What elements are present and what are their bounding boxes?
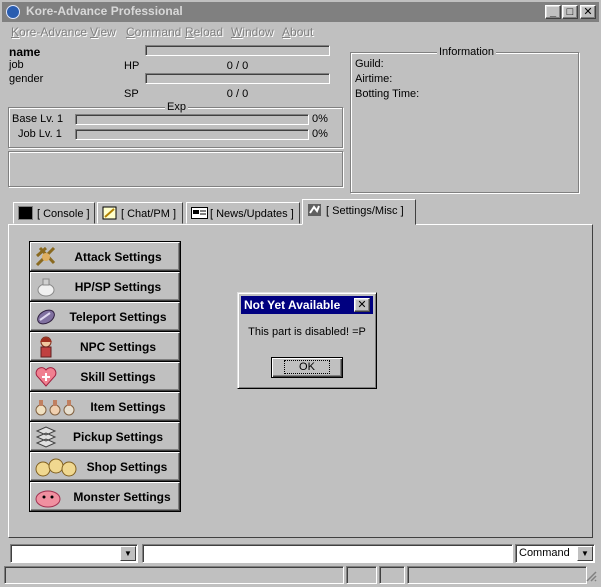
chat-icon <box>102 206 117 220</box>
window-title: Kore-Advance Professional <box>26 4 183 18</box>
title-bar[interactable]: Kore-Advance Professional _ □ ✕ <box>2 2 599 22</box>
hpsp-settings-label: HP/SP Settings <box>74 280 162 294</box>
botting-time-label: Botting Time: <box>355 88 420 100</box>
not-available-dialog: Not Yet Available ✕ This part is disable… <box>237 292 377 389</box>
potion-icon <box>34 275 58 298</box>
job-level-label: Job Lv. 1 <box>18 128 62 140</box>
shop-settings-button[interactable]: Shop Settings <box>29 451 181 482</box>
exp-title: Exp <box>165 101 188 113</box>
skill-settings-label: Skill Settings <box>80 370 156 384</box>
status-cell-main <box>4 566 344 584</box>
pickup-settings-button[interactable]: Pickup Settings <box>29 421 181 452</box>
news-icon <box>191 206 208 220</box>
guild-label: Guild: <box>355 58 384 70</box>
char-gender: gender <box>9 73 44 85</box>
attack-settings-label: Attack Settings <box>74 250 162 264</box>
item-settings-label: Item Settings <box>90 400 166 414</box>
tab-chat[interactable]: [ Chat/PM ] <box>97 202 183 224</box>
skill-icon <box>34 365 58 388</box>
job-exp-pct: 0% <box>312 128 328 140</box>
monster-icon <box>34 485 61 508</box>
settings-icon <box>307 203 322 217</box>
sp-label: SP <box>124 88 139 100</box>
base-level-label: Base Lv. 1 <box>12 113 64 125</box>
hpsp-settings-button[interactable]: HP/SP Settings <box>29 271 181 302</box>
chevron-down-icon[interactable]: ▼ <box>120 546 136 561</box>
console-icon <box>18 206 33 220</box>
resize-grip-icon[interactable] <box>585 570 597 582</box>
tab-settings-label: [ Settings/Misc ] <box>326 205 404 217</box>
dialog-ok-button[interactable]: OK <box>271 357 343 378</box>
airtime-label: Airtime: <box>355 73 393 85</box>
char-job: job <box>9 59 24 71</box>
status-panel <box>8 151 343 187</box>
menu-kore-advance[interactable]: Kore-Advance <box>11 25 87 39</box>
menu-bar: Kore-Advance View Command Reload Window … <box>2 22 599 42</box>
mode-select-value: Command <box>519 547 570 559</box>
skill-settings-button[interactable]: Skill Settings <box>29 361 181 392</box>
dialog-title: Not Yet Available <box>244 298 341 312</box>
tab-console[interactable]: [ Console ] <box>13 202 95 224</box>
base-exp-bar <box>75 114 309 125</box>
minimize-button[interactable]: _ <box>545 5 561 19</box>
sp-value: 0 / 0 <box>226 88 249 100</box>
target-combo[interactable]: ▼ <box>10 544 138 563</box>
sp-bar <box>145 73 330 84</box>
dialog-close-button[interactable]: ✕ <box>354 298 370 312</box>
dialog-message: This part is disabled! =P <box>248 326 366 338</box>
tab-news-label: [ News/Updates ] <box>210 208 294 220</box>
menu-view[interactable]: View <box>90 25 116 39</box>
pickup-settings-label: Pickup Settings <box>72 430 164 444</box>
teleport-settings-label: Teleport Settings <box>69 310 167 324</box>
pickup-icon <box>34 425 58 448</box>
tab-chat-label: [ Chat/PM ] <box>121 208 177 220</box>
status-cell-4 <box>407 566 587 584</box>
hp-bar <box>145 45 330 56</box>
npc-icon <box>34 335 58 358</box>
tab-news[interactable]: [ News/Updates ] <box>186 202 300 224</box>
shop-icon <box>34 455 78 478</box>
hp-value: 0 / 0 <box>226 60 249 72</box>
npc-settings-button[interactable]: NPC Settings <box>29 331 181 362</box>
chevron-down-icon[interactable]: ▼ <box>577 546 593 561</box>
command-input[interactable] <box>142 544 513 563</box>
maximize-button[interactable]: □ <box>562 5 578 19</box>
job-exp-bar <box>75 129 309 140</box>
char-name: name <box>9 45 41 59</box>
tab-settings[interactable]: [ Settings/Misc ] <box>302 199 416 225</box>
teleport-settings-button[interactable]: Teleport Settings <box>29 301 181 332</box>
menu-command[interactable]: Command <box>126 25 181 39</box>
dialog-ok-label: OK <box>284 360 330 374</box>
menu-window[interactable]: Window <box>231 25 274 39</box>
close-button[interactable]: ✕ <box>580 5 596 19</box>
item-settings-button[interactable]: Item Settings <box>29 391 181 422</box>
menu-reload[interactable]: Reload <box>185 25 223 39</box>
status-cell-2 <box>346 566 377 584</box>
hp-label: HP <box>124 60 140 72</box>
shop-settings-label: Shop Settings <box>86 460 168 474</box>
app-icon <box>6 5 20 19</box>
attack-icon <box>34 245 58 268</box>
dialog-title-bar[interactable]: Not Yet Available ✕ <box>241 296 373 314</box>
status-cell-3 <box>379 566 405 584</box>
mode-select[interactable]: Command ▼ <box>515 544 595 563</box>
base-exp-pct: 0% <box>312 113 328 125</box>
wing-icon <box>34 305 58 328</box>
attack-settings-button[interactable]: Attack Settings <box>29 241 181 272</box>
npc-settings-label: NPC Settings <box>79 340 156 354</box>
items-icon <box>34 395 78 418</box>
menu-about[interactable]: About <box>282 25 313 39</box>
information-title: Information <box>437 46 497 58</box>
tab-console-label: [ Console ] <box>37 208 90 220</box>
monster-settings-button[interactable]: Monster Settings <box>29 481 181 512</box>
monster-settings-label: Monster Settings <box>73 490 171 504</box>
